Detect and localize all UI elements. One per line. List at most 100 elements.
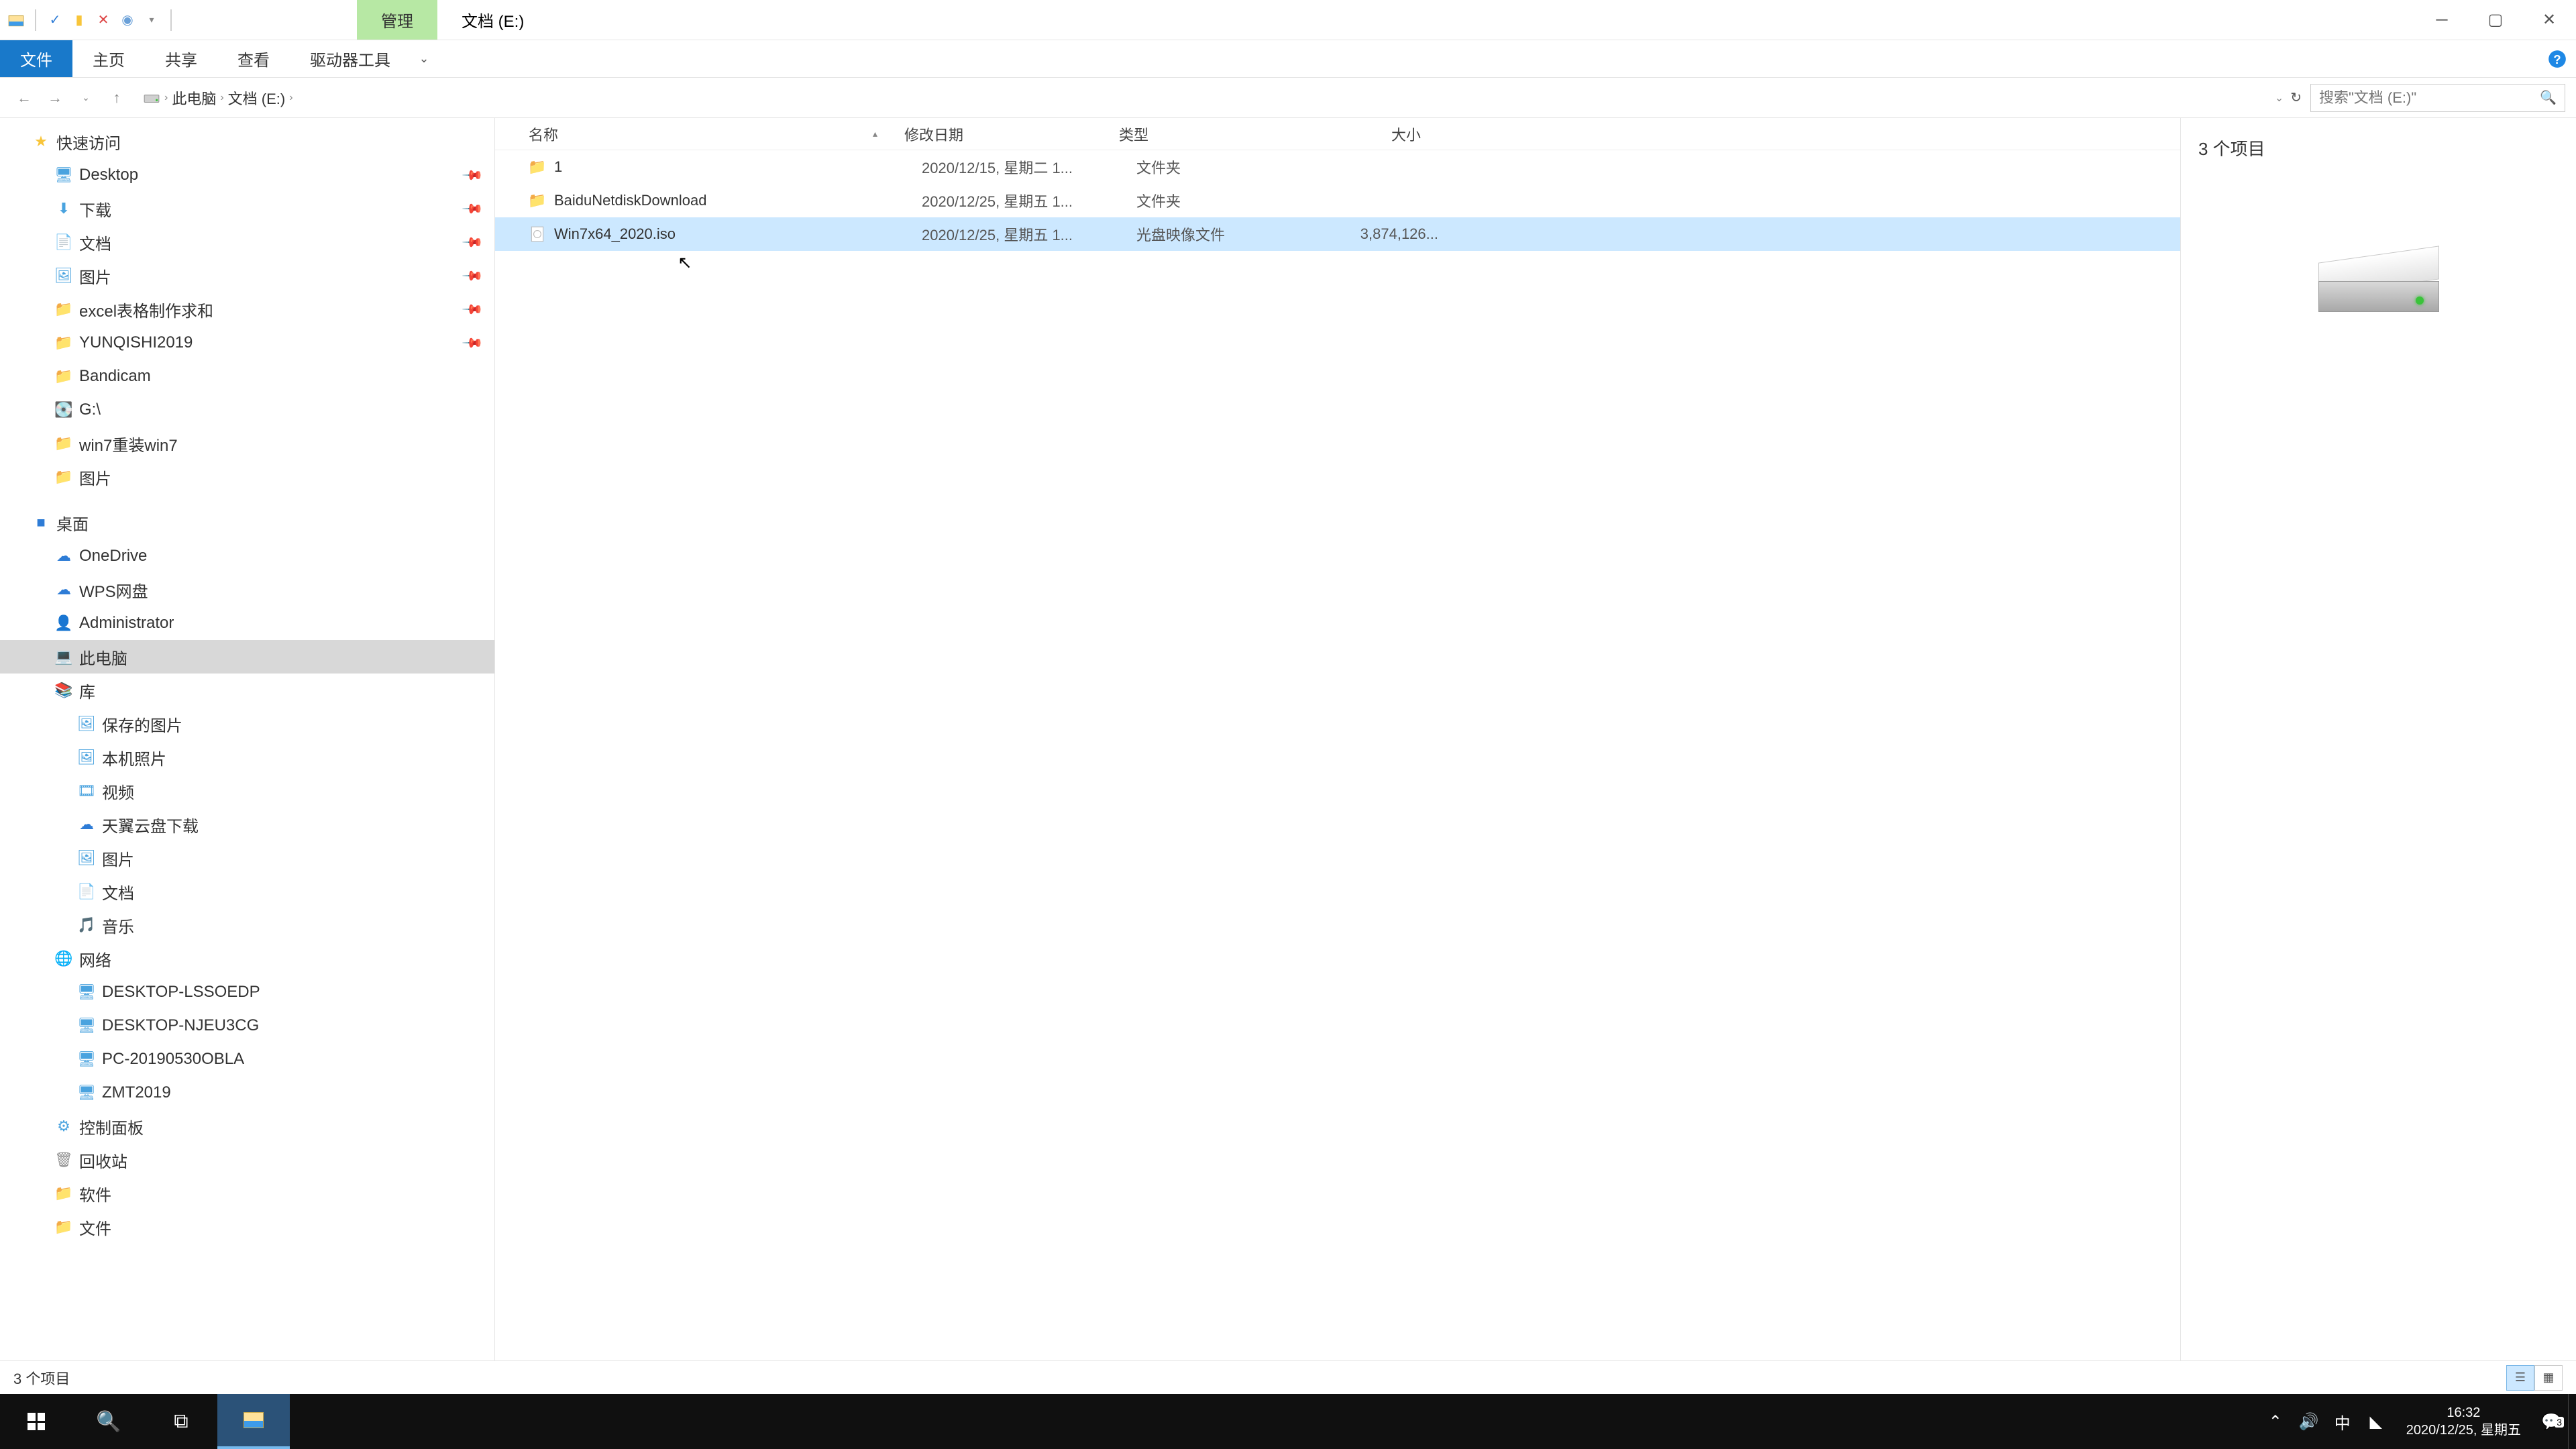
qat-new-folder-icon[interactable]: ▮	[70, 11, 89, 30]
breadcrumb-this-pc[interactable]: 此电脑	[168, 87, 220, 109]
nav-net-pc-3[interactable]: PC-20190530OBLA	[0, 1042, 494, 1076]
nav-net-pc-1[interactable]: DESKTOP-LSSOEDP	[0, 975, 494, 1009]
chevron-right-icon[interactable]: ›	[289, 92, 292, 104]
ribbon-tab-home[interactable]: 主页	[72, 40, 145, 77]
nav-software[interactable]: 软件	[0, 1177, 494, 1210]
column-name[interactable]: 名称▴	[529, 123, 904, 145]
separator	[35, 9, 36, 31]
task-view-button[interactable]: ⧉	[145, 1394, 217, 1449]
nav-network[interactable]: 网络	[0, 942, 494, 975]
file-date: 2020/12/15, 星期二 1...	[922, 156, 1136, 178]
breadcrumb[interactable]: › 此电脑 › 文档 (E:) › ⌄ ↻	[134, 84, 2306, 112]
nav-videos[interactable]: 视频	[0, 774, 494, 808]
windows-icon	[28, 1413, 45, 1430]
nav-lib-pictures[interactable]: 图片	[0, 841, 494, 875]
pin-icon: 📌	[461, 197, 484, 220]
file-list: 名称▴ 修改日期 类型 大小 1 2020/12/15, 星期二 1... 文件…	[495, 118, 2180, 1360]
file-row[interactable]: 1 2020/12/15, 星期二 1... 文件夹	[495, 150, 2180, 184]
minimize-button[interactable]: ─	[2415, 0, 2469, 40]
search-input[interactable]	[2319, 89, 2540, 107]
nav-tianyi[interactable]: 天翼云盘下载	[0, 808, 494, 841]
taskbar-search-button[interactable]: 🔍	[72, 1394, 145, 1449]
refresh-icon[interactable]: ↻	[2290, 89, 2302, 106]
help-icon[interactable]: ?	[2538, 40, 2576, 77]
qat-delete-icon[interactable]: ✕	[94, 11, 113, 30]
tray-overflow-icon[interactable]: ⌃	[2259, 1412, 2292, 1432]
nav-desktop-root[interactable]: 桌面	[0, 506, 494, 539]
ribbon-expand-icon[interactable]: ⌄	[411, 40, 437, 77]
nav-up-button[interactable]: ↑	[103, 85, 130, 111]
nav-onedrive[interactable]: OneDrive	[0, 539, 494, 573]
ribbon-tab-file[interactable]: 文件	[0, 40, 72, 77]
file-row[interactable]: BaiduNetdiskDownload 2020/12/25, 星期五 1..…	[495, 184, 2180, 217]
nav-forward-button[interactable]: →	[42, 85, 68, 111]
start-button[interactable]	[0, 1394, 72, 1449]
nav-win7-reinstall[interactable]: win7重装win7	[0, 427, 494, 460]
nav-local-photos[interactable]: 本机照片	[0, 741, 494, 774]
nav-documents[interactable]: 文档📌	[0, 225, 494, 259]
search-icon[interactable]: 🔍	[2540, 89, 2557, 106]
file-name: 1	[554, 158, 922, 176]
view-large-icons-button[interactable]: ▦	[2534, 1365, 2563, 1391]
nav-pictures[interactable]: 图片📌	[0, 259, 494, 292]
nav-saved-pictures[interactable]: 保存的图片	[0, 707, 494, 741]
nav-net-pc-2[interactable]: DESKTOP-NJEU3CG	[0, 1009, 494, 1042]
address-history-dropdown[interactable]: ⌄	[2275, 91, 2284, 105]
nav-desktop[interactable]: Desktop📌	[0, 158, 494, 192]
nav-this-pc[interactable]: 此电脑	[0, 640, 494, 674]
contextual-tab-group: 管理 文档 (E:)	[357, 0, 548, 40]
file-name: BaiduNetdiskDownload	[554, 192, 922, 209]
nav-bandicam[interactable]: Bandicam	[0, 360, 494, 393]
view-details-button[interactable]: ☰	[2506, 1365, 2534, 1391]
explorer-icon	[244, 1412, 264, 1428]
taskbar-explorer-button[interactable]	[217, 1394, 290, 1449]
breadcrumb-drive-icon[interactable]	[139, 89, 164, 107]
maximize-button[interactable]: ▢	[2469, 0, 2522, 40]
qat-dropdown-icon[interactable]: ▾	[142, 11, 161, 30]
nav-net-pc-4[interactable]: ZMT2019	[0, 1076, 494, 1110]
pictures-icon	[78, 849, 95, 867]
network-pc-icon	[78, 1017, 95, 1034]
action-center-button[interactable]: 💬3	[2534, 1412, 2568, 1432]
tray-ime-indicator[interactable]: 中	[2326, 1410, 2359, 1434]
pc-icon	[55, 648, 72, 665]
nav-back-button[interactable]: ←	[11, 85, 38, 111]
ribbon-tab-drive-tools[interactable]: 驱动器工具	[290, 40, 411, 77]
nav-downloads[interactable]: 下载📌	[0, 192, 494, 225]
file-row-selected[interactable]: Win7x64_2020.iso 2020/12/25, 星期五 1... 光盘…	[495, 217, 2180, 251]
nav-yunqishi[interactable]: YUNQISHI2019📌	[0, 326, 494, 360]
status-bar: 3 个项目 ☰ ▦	[0, 1360, 2576, 1394]
nav-administrator[interactable]: Administrator	[0, 606, 494, 640]
nav-recent-dropdown[interactable]: ⌄	[72, 85, 99, 111]
nav-wps[interactable]: WPS网盘	[0, 573, 494, 606]
breadcrumb-current[interactable]: 文档 (E:)	[224, 87, 290, 109]
nav-g-drive[interactable]: G:\	[0, 393, 494, 427]
qat-customize-icon[interactable]: ◉	[118, 11, 137, 30]
ribbon-tabs: 文件 主页 共享 查看 驱动器工具 ⌄ ?	[0, 40, 2576, 78]
nav-quick-access[interactable]: 快速访问	[0, 125, 494, 158]
app-icon[interactable]	[7, 11, 25, 30]
drive-icon	[55, 401, 72, 419]
close-button[interactable]: ✕	[2522, 0, 2576, 40]
nav-lib-music[interactable]: 音乐	[0, 908, 494, 942]
nav-control-panel[interactable]: 控制面板	[0, 1110, 494, 1143]
contextual-tab-manage[interactable]: 管理	[357, 0, 437, 40]
show-desktop-button[interactable]	[2568, 1394, 2576, 1449]
nav-excel-folder[interactable]: excel表格制作求和📌	[0, 292, 494, 326]
column-modified[interactable]: 修改日期	[904, 123, 1119, 145]
search-box[interactable]: 🔍	[2310, 84, 2565, 112]
nav-pictures-2[interactable]: 图片	[0, 460, 494, 494]
nav-libraries[interactable]: 库	[0, 674, 494, 707]
column-type[interactable]: 类型	[1119, 123, 1300, 145]
nav-files[interactable]: 文件	[0, 1210, 494, 1244]
tray-volume-icon[interactable]: 🔊	[2292, 1412, 2326, 1432]
nav-lib-documents[interactable]: 文档	[0, 875, 494, 908]
navigation-pane[interactable]: 快速访问 Desktop📌 下载📌 文档📌 图片📌 excel表格制作求和📌 Y…	[0, 118, 495, 1360]
qat-properties-icon[interactable]: ✓	[46, 11, 64, 30]
ribbon-tab-share[interactable]: 共享	[145, 40, 217, 77]
ribbon-tab-view[interactable]: 查看	[217, 40, 290, 77]
column-size[interactable]: 大小	[1300, 123, 1421, 145]
taskbar-clock[interactable]: 16:32 2020/12/25, 星期五	[2393, 1404, 2534, 1439]
tray-security-icon[interactable]: ◣	[2359, 1412, 2393, 1432]
nav-recycle-bin[interactable]: 回收站	[0, 1143, 494, 1177]
